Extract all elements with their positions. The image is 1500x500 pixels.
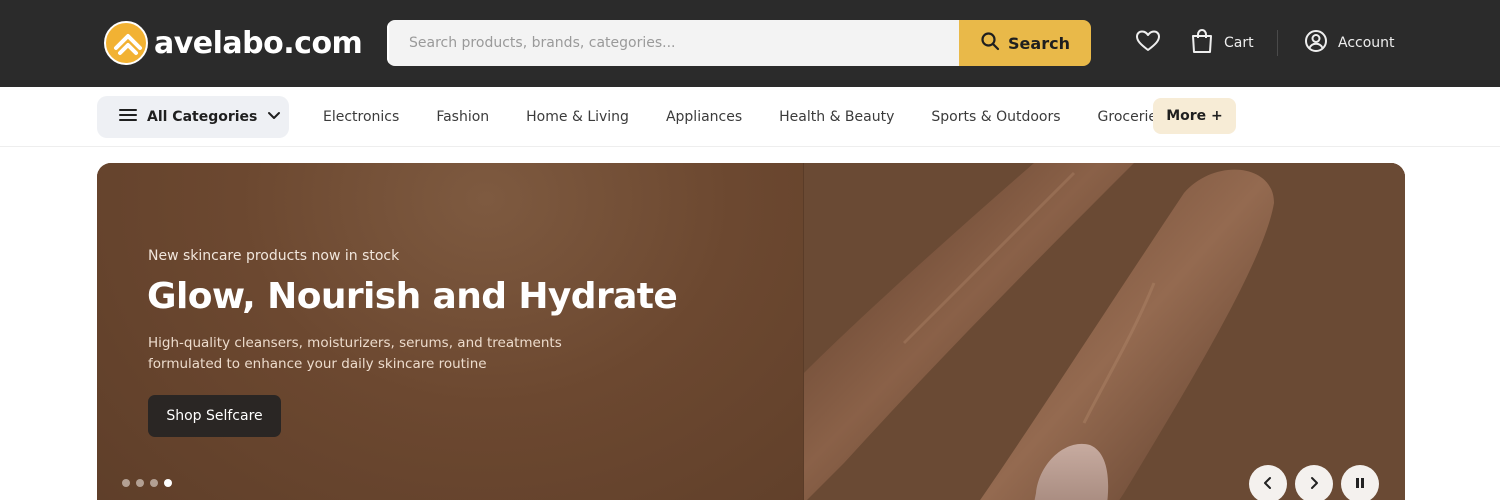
slide-indicators [122,479,172,487]
all-categories-label: All Categories [147,109,258,125]
wishlist-button[interactable] [1135,28,1161,58]
category-link-sports-outdoors[interactable]: Sports & Outdoors [931,109,1060,125]
logo-text: avelabo.com [154,25,363,61]
menu-icon [119,108,137,126]
search-button-label: Search [1008,33,1070,53]
logo-icon [104,21,148,65]
hero-subtext: High-quality cleansers, moisturizers, se… [148,335,562,372]
hero-image [804,163,1405,500]
chevron-right-icon [1308,475,1320,494]
carousel-prev-button[interactable] [1249,465,1287,500]
site-logo[interactable]: avelabo.com [104,20,363,66]
hero-eyebrow: New skincare products now in stock [148,248,400,264]
top-header: avelabo.com Search Cart Account [0,0,1500,87]
account-button[interactable]: Account [1304,28,1395,58]
category-bar: All Categories Electronics Fashion Home … [0,87,1500,147]
category-link-health-beauty[interactable]: Health & Beauty [779,109,894,125]
cart-button[interactable]: Cart [1190,28,1254,58]
carousel-next-button[interactable] [1295,465,1333,500]
shop-selfcare-button[interactable]: Shop Selfcare [148,395,281,437]
slide-dot-active[interactable] [164,479,172,487]
header-divider [1277,30,1278,56]
slide-dot[interactable] [122,479,130,487]
category-link-fashion[interactable]: Fashion [436,109,489,125]
chevron-left-icon [1262,475,1274,494]
all-categories-button[interactable]: All Categories [97,96,289,138]
category-links: Electronics Fashion Home & Living Applia… [323,87,1201,147]
more-categories-button[interactable]: More + [1153,98,1236,134]
carousel-pause-button[interactable] [1341,465,1379,500]
heart-icon [1135,29,1161,57]
search-input[interactable] [387,20,959,66]
category-link-appliances[interactable]: Appliances [666,109,742,125]
category-link-home-living[interactable]: Home & Living [526,109,629,125]
slide-dot[interactable] [136,479,144,487]
account-icon [1304,29,1328,57]
search-icon [980,31,1000,55]
cart-label: Cart [1224,35,1254,51]
hero-banner: New skincare products now in stock Glow,… [97,163,1405,500]
hero-text-panel: New skincare products now in stock Glow,… [97,163,804,500]
account-label: Account [1338,35,1395,51]
cart-icon [1190,28,1214,58]
search-button[interactable]: Search [959,20,1091,66]
chevron-down-icon [267,109,281,125]
pause-icon [1354,475,1366,494]
search-bar: Search [387,20,1091,66]
category-link-electronics[interactable]: Electronics [323,109,399,125]
slide-dot[interactable] [150,479,158,487]
hero-headline: Glow, Nourish and Hydrate [147,276,678,317]
